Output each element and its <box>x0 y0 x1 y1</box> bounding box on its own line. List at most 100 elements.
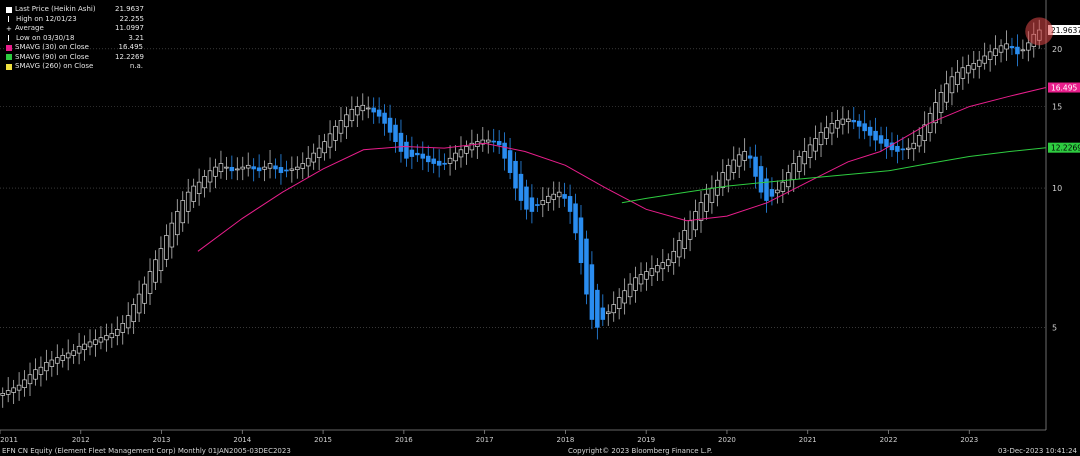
candle-body <box>442 162 447 165</box>
candle-body <box>676 240 682 258</box>
candle-body <box>687 220 693 240</box>
candle-body <box>142 283 147 304</box>
candle-body <box>229 166 235 172</box>
candle-body <box>878 135 884 144</box>
candle-body <box>175 211 180 236</box>
candle-body <box>425 155 431 163</box>
candle-body <box>109 333 115 339</box>
candle-body <box>147 271 153 294</box>
candle-body <box>1026 42 1031 51</box>
candle-body <box>796 156 802 172</box>
candle-body <box>491 140 496 143</box>
price-chart[interactable]: 5 10 15 20 2011 2012 2013 2014 2015 2016 2017 2018 2… <box>0 0 1080 456</box>
candle-body <box>169 222 175 248</box>
candle-body <box>436 160 442 166</box>
candle-body <box>218 163 224 173</box>
candle-body <box>22 379 27 388</box>
x-tick-label: 2015 <box>314 436 332 444</box>
candle-body <box>376 109 382 117</box>
candle-body <box>976 59 982 67</box>
candle-body <box>360 104 366 112</box>
candle-body <box>545 195 551 203</box>
candle-body <box>993 48 998 57</box>
legend-label: SMAVG (90) on Close <box>15 52 89 61</box>
candle-body <box>655 265 660 273</box>
legend-value: n.a. <box>129 62 143 70</box>
candle-body <box>966 65 971 74</box>
candle-body <box>185 191 191 212</box>
candle-body <box>76 345 82 354</box>
footer-copyright: Copyright© 2023 Bloomberg Finance L.P. <box>568 447 713 455</box>
candle-body <box>982 55 987 64</box>
candle-body <box>180 200 186 224</box>
candle-body <box>496 141 502 146</box>
candle-body <box>589 264 595 320</box>
candle-body <box>873 130 878 141</box>
x-tick-label: 2020 <box>718 436 736 444</box>
candle-body <box>44 362 49 372</box>
candle-body <box>202 176 207 189</box>
candle-body <box>235 168 240 171</box>
candle-body <box>16 384 22 391</box>
candle-body <box>447 157 453 164</box>
candle-body <box>120 323 126 333</box>
legend-row: High on 12/01/23 22.255 <box>6 15 144 25</box>
candle-body <box>278 167 284 173</box>
candle-body <box>507 150 513 173</box>
candle-body <box>295 166 300 171</box>
candle-body <box>758 166 764 193</box>
candle-body <box>916 135 922 147</box>
x-tick-label: 2017 <box>476 436 494 444</box>
candle-body <box>802 151 807 165</box>
candle-body <box>245 164 251 169</box>
candle-body <box>600 307 606 320</box>
candle-body <box>65 352 71 359</box>
candle-body <box>224 166 229 169</box>
candle-body <box>333 125 338 141</box>
legend-plus-icon: + <box>6 24 12 33</box>
candle-body <box>420 153 426 159</box>
legend-swatch <box>6 44 12 51</box>
candle-body <box>900 148 906 151</box>
legend-label: Low on 03/30/18 <box>16 33 75 42</box>
candle-body <box>938 92 944 113</box>
footer-bar: EFN CN Equity (Element Fleet Management … <box>0 445 1080 456</box>
legend-value: 16.495 <box>118 43 144 51</box>
candle-body <box>409 149 415 157</box>
candle-body <box>289 168 295 171</box>
candle-body <box>485 139 491 143</box>
legend-swatch <box>6 6 12 13</box>
legend-swatch <box>6 63 12 70</box>
candle-body <box>196 181 202 195</box>
candle-body <box>153 259 158 283</box>
candle-body <box>818 131 824 146</box>
legend-row: + Average 11.0997 <box>6 24 144 34</box>
candle-body <box>27 374 33 385</box>
candle-body <box>115 329 120 336</box>
x-tick-label: 2013 <box>153 436 171 444</box>
candle-body <box>98 337 104 343</box>
candle-body <box>949 76 955 94</box>
candle-body <box>49 359 55 367</box>
candle-body <box>660 262 666 270</box>
candle-body <box>960 67 966 79</box>
candle-body <box>698 202 704 221</box>
candle-body <box>518 173 524 201</box>
candle-body <box>895 145 900 152</box>
candle-body <box>82 343 87 351</box>
candle-body <box>1004 43 1009 50</box>
candle-body <box>731 159 737 173</box>
candle-body <box>633 277 638 291</box>
candle-body <box>251 166 256 170</box>
candle-body <box>513 160 518 189</box>
candle-body <box>584 238 589 295</box>
legend-row: SMAVG (260) on Close n.a. <box>6 62 144 72</box>
candle-body <box>136 293 142 314</box>
candle-body <box>256 167 262 172</box>
candle-body <box>998 45 1004 53</box>
candle-body <box>742 151 747 161</box>
candle-body <box>5 390 11 395</box>
legend-label: Average <box>15 24 44 32</box>
candle-body <box>605 311 611 314</box>
candle-body <box>627 283 633 298</box>
